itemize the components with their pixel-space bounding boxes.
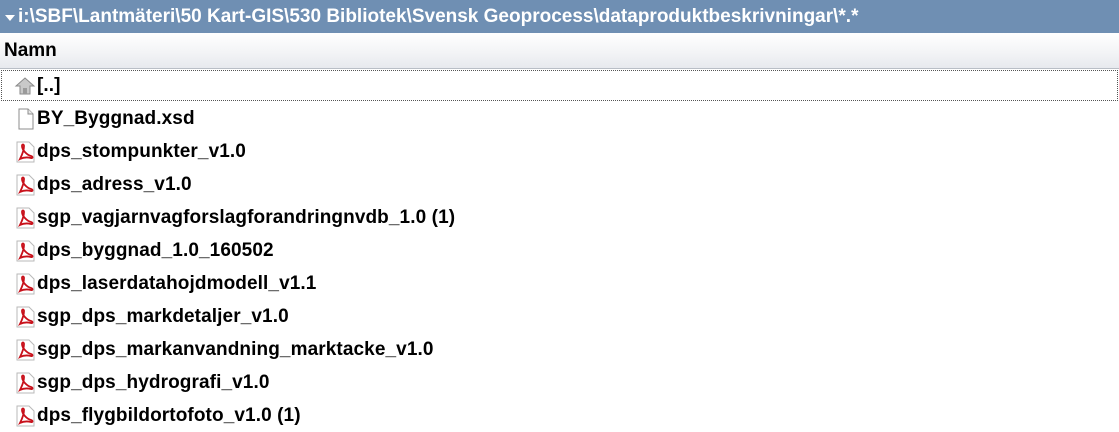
file-name: sgp_dps_markanvandning_marktacke_v1.0 — [37, 338, 434, 360]
pdf-icon — [13, 206, 37, 230]
document-icon — [13, 107, 37, 131]
column-header-name[interactable]: Namn — [0, 33, 1119, 69]
list-item[interactable]: sgp_vagjarnvagforslagforandringnvdb_1.0 … — [0, 201, 1119, 234]
file-name: sgp_dps_hydrografi_v1.0 — [37, 371, 270, 393]
file-name: sgp_vagjarnvagforslagforandringnvdb_1.0 … — [37, 206, 456, 228]
list-item[interactable]: BY_Byggnad.xsd — [0, 102, 1119, 135]
list-item[interactable]: [..] — [0, 69, 1119, 102]
path-bar[interactable]: i:\SBF\Lantmäteri\50 Kart-GIS\530 Biblio… — [0, 0, 1119, 33]
file-name: dps_flygbildortofoto_v1.0 (1) — [37, 404, 301, 426]
pdf-icon — [13, 338, 37, 362]
list-item[interactable]: dps_byggnad_1.0_160502 — [0, 234, 1119, 267]
pdf-icon — [13, 173, 37, 197]
column-header-label: Namn — [4, 39, 57, 61]
dropdown-arrow-icon[interactable] — [5, 14, 15, 21]
list-item[interactable]: dps_laserdatahojdmodell_v1.1 — [0, 267, 1119, 300]
file-name: [..] — [37, 74, 61, 96]
file-name: dps_stompunkter_v1.0 — [37, 140, 246, 162]
file-name: BY_Byggnad.xsd — [37, 107, 195, 129]
pdf-icon — [13, 404, 37, 428]
file-name: dps_adress_v1.0 — [37, 173, 192, 195]
pdf-icon — [13, 272, 37, 296]
pdf-icon — [13, 305, 37, 329]
list-item[interactable]: dps_stompunkter_v1.0 — [0, 135, 1119, 168]
file-list[interactable]: [..] BY_Byggnad.xsd dps_stompunkter_v1.0 — [0, 69, 1119, 432]
list-item[interactable]: dps_adress_v1.0 — [0, 168, 1119, 201]
file-name: dps_byggnad_1.0_160502 — [37, 239, 274, 261]
list-item[interactable]: sgp_dps_markdetaljer_v1.0 — [0, 300, 1119, 333]
list-item[interactable]: sgp_dps_hydrografi_v1.0 — [0, 366, 1119, 399]
pdf-icon — [13, 239, 37, 263]
path-text: i:\SBF\Lantmäteri\50 Kart-GIS\530 Biblio… — [18, 5, 859, 27]
list-item[interactable]: dps_flygbildortofoto_v1.0 (1) — [0, 399, 1119, 432]
pdf-icon — [13, 371, 37, 395]
file-name: dps_laserdatahojdmodell_v1.1 — [37, 272, 317, 294]
pdf-icon — [13, 140, 37, 164]
parent-folder-icon — [13, 74, 37, 98]
file-name: sgp_dps_markdetaljer_v1.0 — [37, 305, 289, 327]
list-item[interactable]: sgp_dps_markanvandning_marktacke_v1.0 — [0, 333, 1119, 366]
